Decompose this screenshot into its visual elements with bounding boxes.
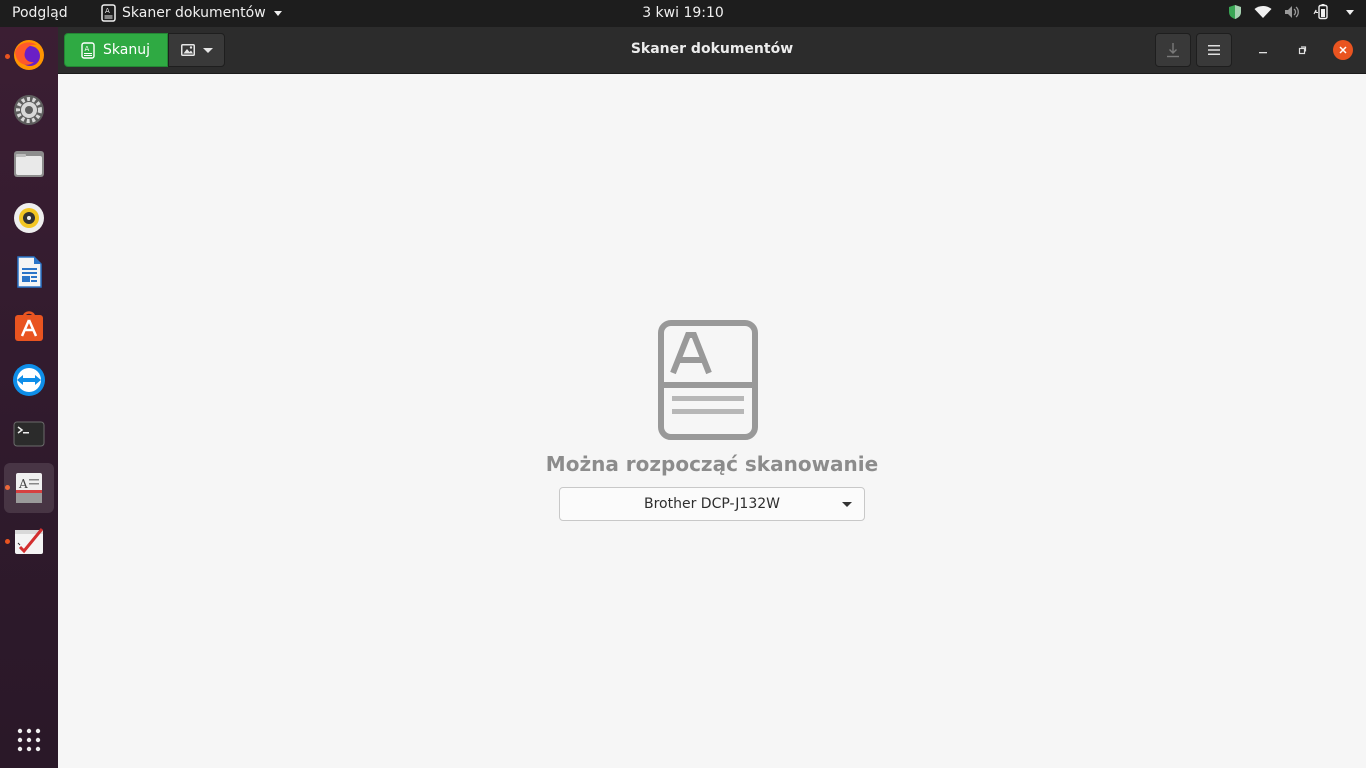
dock-firefox[interactable] — [4, 30, 54, 80]
volume-icon[interactable] — [1284, 5, 1300, 19]
save-button[interactable] — [1155, 33, 1191, 67]
dock: A — [0, 27, 58, 768]
battery-icon[interactable] — [1312, 4, 1332, 20]
scanner-device-label: Brother DCP-J132W — [643, 496, 780, 512]
apps-grid-icon — [17, 728, 41, 752]
download-icon — [1167, 43, 1179, 58]
activities-button[interactable]: Podgląd — [12, 5, 68, 21]
dock-terminal[interactable] — [4, 409, 54, 459]
rhythmbox-icon — [14, 203, 44, 233]
hamburger-menu-icon — [1208, 45, 1220, 55]
text-editor-icon — [15, 528, 44, 554]
menu-button[interactable] — [1196, 33, 1232, 67]
svg-text:A: A — [18, 477, 28, 491]
app-menu[interactable]: A Skaner dokumentów — [101, 4, 282, 22]
dock-settings[interactable] — [4, 85, 54, 135]
dock-files[interactable] — [4, 139, 54, 189]
status-message: Można rozpocząć skanowanie — [545, 452, 879, 476]
minimize-button[interactable] — [1253, 40, 1273, 60]
close-button[interactable] — [1333, 40, 1353, 60]
header-bar: A Skanuj Skaner dokumentów — [58, 27, 1366, 74]
system-tray[interactable] — [1228, 4, 1354, 20]
dock-show-apps[interactable] — [4, 715, 54, 765]
dock-document-scanner[interactable]: A — [4, 463, 54, 513]
dock-software[interactable] — [4, 301, 54, 351]
close-icon — [1339, 46, 1347, 54]
restore-icon — [1298, 46, 1307, 55]
shield-icon[interactable] — [1228, 4, 1242, 20]
document-placeholder-icon — [658, 320, 758, 440]
document-scanner-icon: A — [16, 473, 42, 503]
svg-text:A: A — [105, 7, 110, 15]
wifi-icon[interactable] — [1254, 5, 1272, 19]
files-icon — [14, 151, 44, 177]
firefox-icon — [14, 40, 44, 70]
main-content: Można rozpocząć skanowanie Brother DCP-J… — [58, 74, 1366, 768]
dock-teamviewer[interactable] — [4, 355, 54, 405]
software-icon — [15, 311, 43, 341]
teamviewer-icon — [13, 364, 45, 396]
writer-icon — [17, 256, 42, 288]
dock-writer[interactable] — [4, 247, 54, 297]
chevron-down-icon — [842, 502, 852, 507]
settings-icon — [14, 95, 44, 125]
scanner-window: A Skanuj Skaner dokumentów Można rozpocz… — [58, 27, 1366, 768]
dock-text-editor[interactable] — [4, 517, 54, 567]
chevron-down-icon — [273, 10, 282, 16]
scanner-device-select[interactable]: Brother DCP-J132W — [559, 487, 865, 521]
terminal-icon — [13, 421, 45, 447]
clock-label[interactable]: 3 kwi 19:10 — [642, 5, 724, 21]
dock-rhythmbox[interactable] — [4, 193, 54, 243]
maximize-button[interactable] — [1292, 40, 1312, 60]
app-menu-label: Skaner dokumentów — [122, 5, 266, 21]
top-bar: Podgląd A Skaner dokumentów 3 kwi 19:10 — [0, 0, 1366, 27]
document-scanner-icon: A — [101, 4, 116, 22]
tray-chevron-down-icon — [1346, 9, 1354, 15]
minimize-icon — [1259, 52, 1267, 54]
